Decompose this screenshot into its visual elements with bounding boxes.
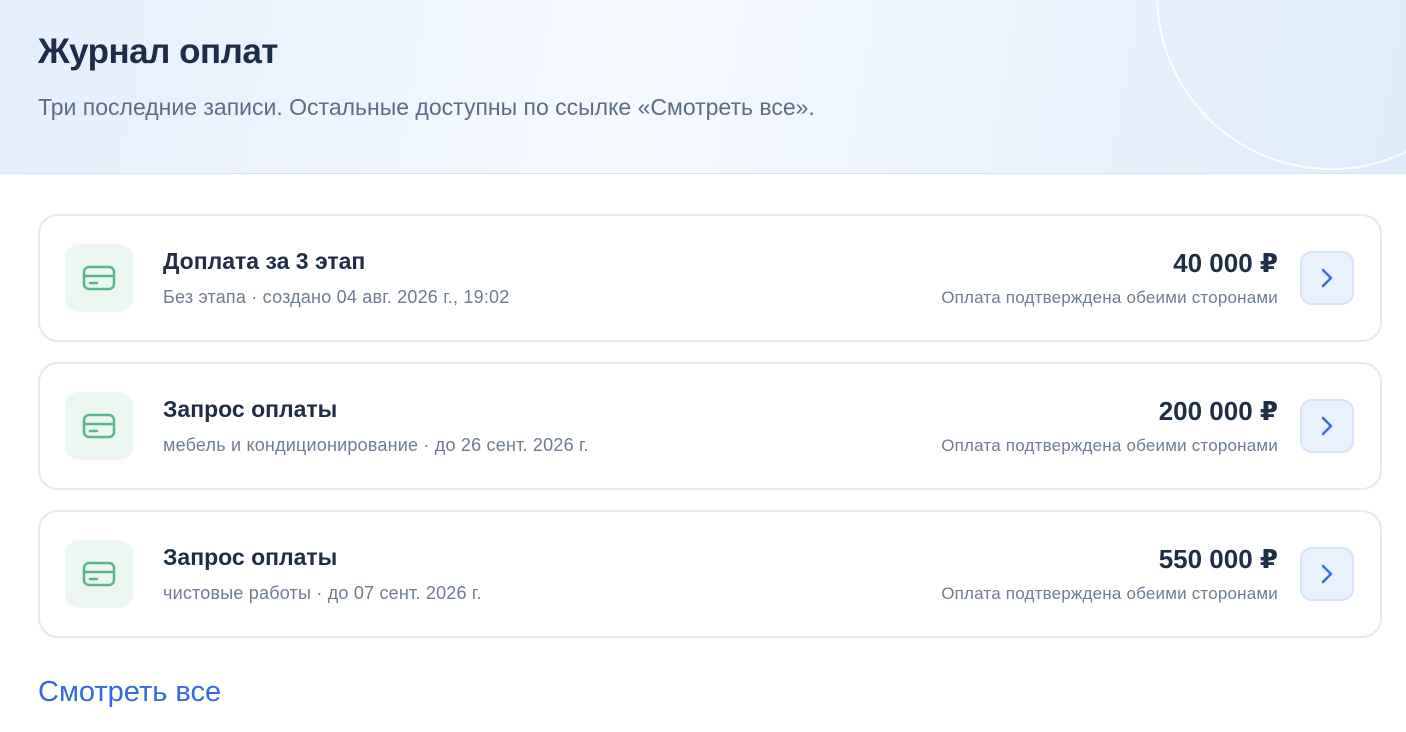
payment-title: Доплата за 3 этап (163, 248, 366, 274)
page-header: Журнал оплат Три последние записи. Остал… (0, 0, 1406, 174)
payment-meta: мебель и кондиционирование · до 26 сент.… (163, 435, 589, 455)
payment-amount: 200 000 ₽ (1158, 396, 1278, 426)
payment-card[interactable]: Запрос оплаты мебель и кондиционирование… (38, 362, 1382, 490)
credit-card-icon (65, 392, 133, 460)
decorative-circle (1156, 0, 1406, 170)
page-subtitle: Три последние записи. Остальные доступны… (38, 94, 815, 120)
payment-amount: 40 000 ₽ (1173, 248, 1278, 278)
open-payment-button[interactable] (1300, 399, 1354, 453)
chevron-right-icon (1321, 564, 1333, 584)
payment-title: Запрос оплаты (163, 544, 338, 570)
payment-status: Оплата подтверждена обеими сторонами (941, 584, 1278, 603)
credit-card-icon (65, 540, 133, 608)
payment-status: Оплата подтверждена обеими сторонами (941, 436, 1278, 455)
payment-card[interactable]: Доплата за 3 этап Без этапа · создано 04… (38, 214, 1382, 342)
chevron-right-icon (1321, 416, 1333, 436)
payment-status: Оплата подтверждена обеими сторонами (941, 288, 1278, 307)
open-payment-button[interactable] (1300, 547, 1354, 601)
payment-title: Запрос оплаты (163, 396, 338, 422)
payment-meta: чистовые работы · до 07 сент. 2026 г. (163, 583, 482, 603)
credit-card-icon (65, 244, 133, 312)
view-all-link[interactable]: Смотреть все (38, 676, 221, 709)
payment-meta: Без этапа · создано 04 авг. 2026 г., 19:… (163, 287, 510, 307)
chevron-right-icon (1321, 268, 1333, 288)
payment-card[interactable]: Запрос оплаты чистовые работы · до 07 се… (38, 510, 1382, 638)
payment-amount: 550 000 ₽ (1158, 544, 1278, 574)
open-payment-button[interactable] (1300, 251, 1354, 305)
page-title: Журнал оплат (38, 32, 278, 71)
